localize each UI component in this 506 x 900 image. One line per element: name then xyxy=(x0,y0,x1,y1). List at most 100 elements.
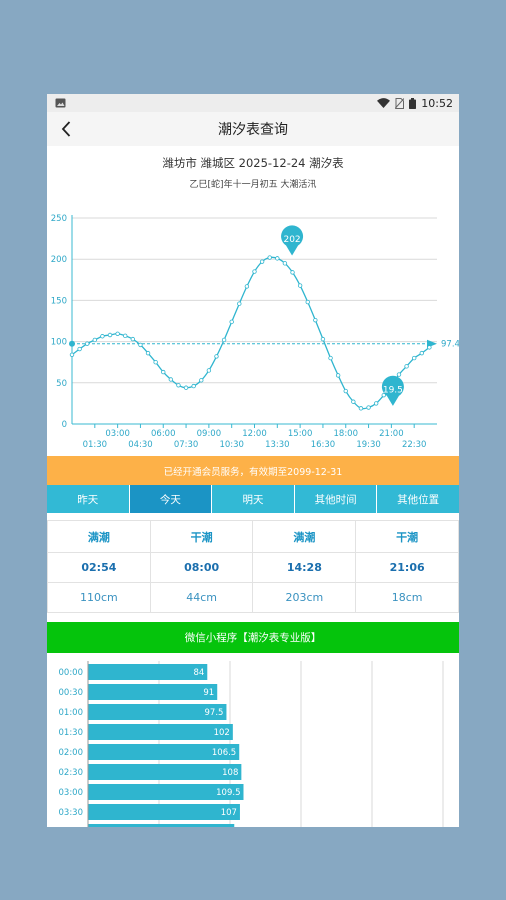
tab-yesterday[interactable]: 昨天 xyxy=(47,485,130,513)
tide-time-row: 02:54 08:00 14:28 21:06 xyxy=(47,552,459,583)
reference-start-dot xyxy=(69,340,75,347)
bar-value-label: 97.5 xyxy=(205,708,224,718)
location-info: 潍坊市 潍城区 2025-12-24 潮汐表 乙巳[蛇]年十一月初五 大潮活汛 xyxy=(47,146,459,190)
bar-category-label: 02:30 xyxy=(59,768,84,778)
tide-type-cell: 干潮 xyxy=(149,520,254,553)
tide-data-point xyxy=(297,283,303,288)
x-tick-label: 01:30 xyxy=(83,440,108,450)
tide-type-row: 满潮 干潮 满潮 干潮 xyxy=(47,520,459,553)
tide-data-point xyxy=(168,377,174,382)
status-bar: 10:52 xyxy=(47,94,459,112)
bar-category-label: 02:00 xyxy=(59,748,84,758)
x-tick-label: 15:00 xyxy=(288,429,313,439)
back-arrow-icon[interactable] xyxy=(57,119,77,139)
tide-bar xyxy=(88,824,235,827)
tide-data-point xyxy=(100,334,105,339)
bar-value-label: 84 xyxy=(193,668,204,678)
page-title: 潮汐表查询 xyxy=(218,122,288,138)
tide-data-point xyxy=(221,337,227,343)
tide-data-point xyxy=(229,319,234,325)
tab-today[interactable]: 今天 xyxy=(129,485,213,513)
tide-summary-table: 满潮 干潮 满潮 干潮 02:54 08:00 14:28 21:06 110c… xyxy=(47,520,459,613)
lunar-date-line: 乙巳[蛇]年十一月初五 大潮活汛 xyxy=(189,180,317,190)
tide-data-point xyxy=(335,373,341,378)
x-tick-label: 10:30 xyxy=(219,440,244,450)
x-tick-label: 21:00 xyxy=(379,429,404,439)
x-tick-label: 22:30 xyxy=(402,440,427,450)
tide-data-point xyxy=(130,336,136,342)
tide-data-point xyxy=(153,359,158,365)
tide-data-point xyxy=(358,406,364,411)
tide-data-point xyxy=(267,255,272,260)
image-notification-icon xyxy=(55,98,66,108)
x-tick-label: 19:30 xyxy=(356,440,381,450)
extreme-marker-label: 202 xyxy=(283,235,300,245)
tide-data-point xyxy=(244,284,250,289)
tide-data-point xyxy=(305,299,310,305)
tide-data-point xyxy=(214,354,219,359)
tide-data-point xyxy=(320,336,326,342)
location-date-line: 潍坊市 潍城区 2025-12-24 潮汐表 xyxy=(162,156,344,170)
x-tick-label: 13:30 xyxy=(265,440,290,450)
tide-data-point xyxy=(107,332,113,338)
tide-data-point xyxy=(183,385,189,390)
phone-screen: 10:52 潮汐表查询 潍坊市 潍城区 2025-12-24 潮汐表 乙巳[蛇]… xyxy=(47,94,459,827)
tide-type-cell: 满潮 xyxy=(252,520,357,553)
tide-data-point xyxy=(366,405,371,410)
bar-value-label: 102 xyxy=(214,728,230,738)
wechat-mini-program-button[interactable]: 微信小程序【潮汐表专业版】 xyxy=(47,622,459,653)
y-tick-label: 50 xyxy=(56,379,67,389)
tab-tomorrow[interactable]: 明天 xyxy=(212,485,295,513)
tide-data-point xyxy=(351,399,356,404)
bar-category-label: 01:30 xyxy=(59,728,84,738)
tide-data-point xyxy=(85,341,90,346)
wifi-icon xyxy=(377,98,391,108)
tide-data-point xyxy=(92,337,98,343)
x-tick-label: 06:00 xyxy=(151,429,176,439)
tide-data-point xyxy=(404,364,409,369)
tide-data-point xyxy=(313,317,318,323)
tide-type-cell: 满潮 xyxy=(47,520,151,553)
tide-data-point xyxy=(282,261,288,266)
x-tick-label: 07:30 xyxy=(174,440,199,450)
y-tick-label: 150 xyxy=(51,296,67,306)
tide-bar-chart-container: 00:00 84 00:30 91 01:00 97.5 01:30 102 02:00 106.… xyxy=(47,653,459,827)
bar-value-label: 108 xyxy=(222,768,238,778)
tide-line-chart: 0 50 100 150 200 250 03:00 06:00 09:00 12:00 15:00… xyxy=(51,214,459,450)
tide-data-point xyxy=(161,369,166,375)
tide-data-point xyxy=(77,346,82,352)
tide-bar xyxy=(88,724,233,740)
tide-bar xyxy=(88,664,208,680)
day-tabs: 昨天 今天 明天 其他时间 其他位置 xyxy=(47,485,459,513)
y-tick-label: 200 xyxy=(51,255,67,265)
bar-value-label: 106.5 xyxy=(212,748,236,758)
x-tick-label: 12:00 xyxy=(242,429,267,439)
tide-time-cell: 14:28 xyxy=(252,552,357,583)
tide-data-point xyxy=(252,269,257,274)
tab-other-time[interactable]: 其他时间 xyxy=(295,485,378,513)
bar-category-label: 03:00 xyxy=(59,788,84,798)
tide-height-cell: 110cm xyxy=(47,582,151,613)
x-tick-label: 03:00 xyxy=(105,429,130,439)
reference-label: 97.4 xyxy=(441,340,459,350)
tide-data-point xyxy=(411,355,417,361)
tide-height-cell: 44cm xyxy=(149,582,254,613)
tide-data-point xyxy=(373,401,379,406)
tide-line-chart-container: 0 50 100 150 200 250 03:00 06:00 09:00 12:00 15:00… xyxy=(47,208,459,456)
x-tick-label: 16:30 xyxy=(311,440,336,450)
tide-time-cell: 21:06 xyxy=(355,552,459,583)
tide-data-point xyxy=(176,383,181,388)
extreme-marker-label: 19.5 xyxy=(383,385,403,395)
x-tick-label: 18:00 xyxy=(334,429,359,439)
battery-icon xyxy=(409,97,417,109)
tab-other-location[interactable]: 其他位置 xyxy=(377,485,459,513)
tide-time-cell: 02:54 xyxy=(47,552,151,583)
tide-data-point xyxy=(396,372,402,377)
tide-data-point xyxy=(199,378,204,383)
tide-data-point xyxy=(206,368,212,373)
bar-category-label: 00:00 xyxy=(59,668,84,678)
tide-time-cell: 08:00 xyxy=(149,552,254,583)
tide-bar xyxy=(88,764,242,780)
bar-value-label: 109.5 xyxy=(216,788,240,798)
tide-data-point xyxy=(115,331,120,336)
